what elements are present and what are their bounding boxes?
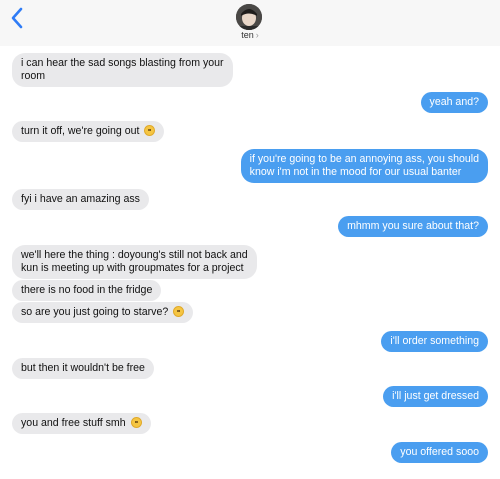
message-bubble-incoming[interactable]: turn it off, we're going out	[12, 121, 165, 142]
message-line: we'll here the thing : doyoung's still n…	[21, 249, 248, 261]
message-line: i can hear the sad songs blasting from y…	[21, 57, 224, 69]
message-bubble-incoming[interactable]: but then it wouldn't be free	[12, 358, 154, 379]
message-text: there is no food in the fridge	[21, 284, 153, 296]
message-text: you and free stuff smh	[21, 417, 126, 429]
message-line: kun is meeting up with groupmates for a …	[21, 262, 244, 274]
message-text: you offered sooo	[400, 446, 479, 458]
avatar[interactable]	[236, 4, 262, 30]
message-bubble-incoming[interactable]: you and free stuff smh	[12, 413, 151, 434]
message-bubble-incoming[interactable]: there is no food in the fridge	[12, 280, 162, 301]
pleading-face-icon	[144, 125, 156, 136]
message-text: but then it wouldn't be free	[21, 362, 145, 374]
message-text: fyi i have an amazing ass	[21, 193, 140, 205]
conversation-header: ten ›	[0, 0, 500, 46]
message-text: i'll order something	[390, 335, 479, 347]
message-bubble-incoming[interactable]: i can hear the sad songs blasting from y…	[12, 53, 233, 87]
chevron-right-icon: ›	[255, 30, 259, 40]
chevron-left-icon[interactable]	[8, 5, 28, 31]
message-bubble-outgoing[interactable]: you offered sooo	[391, 442, 488, 463]
slightly-smiling-face-icon	[173, 306, 185, 317]
message-text: turn it off, we're going out	[21, 125, 140, 137]
message-text: mhmm you sure about that?	[347, 220, 479, 232]
message-line: know i'm not in the mood for our usual b…	[249, 166, 462, 178]
message-text: yeah and?	[429, 96, 479, 108]
avatar-photo	[236, 4, 262, 30]
contact-name-button[interactable]: ten ›	[0, 30, 500, 40]
message-bubble-outgoing[interactable]: i'll order something	[381, 331, 488, 352]
contact-name: ten	[241, 30, 254, 40]
message-text: i'll just get dressed	[392, 390, 479, 402]
message-bubble-incoming[interactable]: fyi i have an amazing ass	[12, 189, 149, 210]
message-bubble-outgoing[interactable]: yeah and?	[420, 92, 488, 113]
smiling-face-icon	[130, 417, 142, 428]
message-bubble-outgoing[interactable]: mhmm you sure about that?	[338, 216, 488, 237]
message-line: if you're going to be an annoying ass, y…	[249, 153, 479, 165]
message-line: room	[21, 70, 46, 82]
message-bubble-outgoing[interactable]: if you're going to be an annoying ass, y…	[240, 149, 488, 183]
message-text: so are you just going to starve?	[21, 306, 169, 318]
message-bubble-outgoing[interactable]: i'll just get dressed	[383, 386, 488, 407]
message-bubble-incoming[interactable]: so are you just going to starve?	[12, 302, 194, 323]
message-bubble-incoming[interactable]: we'll here the thing : doyoung's still n…	[12, 245, 257, 279]
